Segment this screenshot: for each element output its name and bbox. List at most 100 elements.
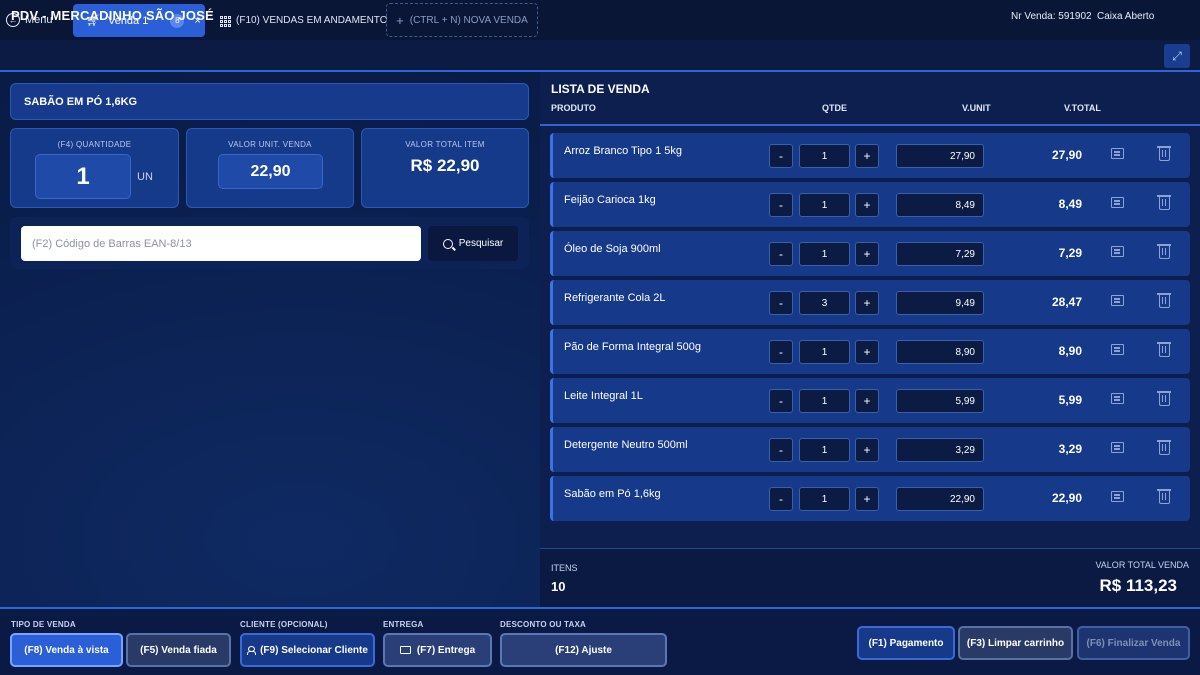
list-item[interactable]: Óleo de Soja 900ml -1 +7,29 7,29: [550, 231, 1190, 276]
list-divider: [540, 124, 1200, 126]
desconto-label: DESCONTO OU TAXA: [500, 620, 587, 629]
trash-icon[interactable]: [1157, 489, 1171, 504]
unit-price-field[interactable]: 9,49: [896, 291, 984, 315]
increase-qty-button[interactable]: +: [855, 340, 879, 364]
trash-icon[interactable]: [1157, 293, 1171, 308]
trash-icon[interactable]: [1157, 342, 1171, 357]
trash-icon[interactable]: [1157, 440, 1171, 455]
increase-qty-button[interactable]: +: [855, 389, 879, 413]
venda-fiada-label: (F5) Venda fiada: [140, 644, 217, 656]
comment-icon[interactable]: [1111, 246, 1124, 257]
tipo-venda-label: TIPO DE VENDA: [11, 620, 76, 629]
product-name: Leite Integral 1L: [564, 390, 643, 402]
list-item[interactable]: Feijão Carioca 1kg -1 +8,49 8,49: [550, 182, 1190, 227]
new-sale-tab-button[interactable]: + (CTRL + N) NOVA VENDA: [386, 3, 538, 37]
venda-a-vista-button[interactable]: (F8) Venda à vista: [10, 633, 123, 667]
list-item[interactable]: Refrigerante Cola 2L -3 +9,49 28,47: [550, 280, 1190, 325]
unit-price-field[interactable]: 8,49: [896, 193, 984, 217]
clear-cart-button[interactable]: (F3) Limpar carrinho: [958, 626, 1073, 660]
search-button[interactable]: Pesquisar: [428, 226, 518, 261]
adjust-label: (F12) Ajuste: [555, 644, 612, 656]
decrease-qty-button[interactable]: -: [769, 242, 793, 266]
cliente-label: CLIENTE (OPCIONAL): [240, 620, 328, 629]
col-produto: PRODUTO: [551, 103, 596, 113]
itens-count: 10: [551, 579, 566, 594]
comment-icon[interactable]: [1111, 442, 1124, 453]
unit-price-field[interactable]: 5,99: [896, 389, 984, 413]
trash-icon[interactable]: [1157, 146, 1171, 161]
list-item[interactable]: Leite Integral 1L -1 +5,99 5,99: [550, 378, 1190, 423]
quantity-field[interactable]: 1: [799, 144, 850, 168]
product-name: Arroz Branco Tipo 1 5kg: [564, 145, 683, 157]
quantity-input[interactable]: 1: [35, 154, 131, 199]
decrease-qty-button[interactable]: -: [769, 340, 793, 364]
increase-qty-button[interactable]: +: [855, 193, 879, 217]
search-button-label: Pesquisar: [458, 238, 504, 249]
unit-price-field[interactable]: 3,29: [896, 438, 984, 462]
quantity-label: (F4) QUANTIDADE: [57, 140, 132, 149]
unit-price-input[interactable]: 22,90: [218, 154, 323, 189]
quantity-field[interactable]: 1: [799, 487, 850, 511]
quantity-field[interactable]: 1: [799, 389, 850, 413]
new-sale-label: (CTRL + N) NOVA VENDA: [409, 14, 528, 26]
decrease-qty-button[interactable]: -: [769, 487, 793, 511]
comment-icon[interactable]: [1111, 491, 1124, 502]
comment-icon[interactable]: [1111, 295, 1124, 306]
trash-icon[interactable]: [1157, 391, 1171, 406]
increase-qty-button[interactable]: +: [855, 487, 879, 511]
item-total-card: VALOR TOTAL ITEM R$ 22,90: [361, 128, 529, 208]
decrease-qty-button[interactable]: -: [769, 389, 793, 413]
unit-price-field[interactable]: 22,90: [896, 487, 984, 511]
truck-icon: [399, 646, 411, 654]
comment-icon[interactable]: [1111, 197, 1124, 208]
increase-qty-button[interactable]: +: [855, 291, 879, 315]
quantity-field[interactable]: 3: [799, 291, 850, 315]
trash-icon[interactable]: [1157, 195, 1171, 210]
select-client-button[interactable]: (F9) Selecionar Cliente: [240, 633, 375, 667]
payment-button[interactable]: (F1) Pagamento: [857, 626, 955, 660]
finalize-sale-button[interactable]: (F6) Finalizar Venda: [1077, 626, 1190, 660]
row-total: 7,29: [1058, 246, 1082, 260]
unit-price-field[interactable]: 7,29: [896, 242, 984, 266]
decrease-qty-button[interactable]: -: [769, 144, 793, 168]
unit-price-label: VALOR UNIT. VENDA: [228, 140, 312, 149]
bottom-action-bar: TIPO DE VENDA (F8) Venda à vista (F5) Ve…: [0, 607, 1200, 675]
increase-qty-button[interactable]: +: [855, 438, 879, 462]
unit-price-field[interactable]: 8,90: [896, 340, 984, 364]
fullscreen-button[interactable]: ⤢: [1164, 44, 1190, 68]
quantity-field[interactable]: 1: [799, 340, 850, 364]
quantity-field[interactable]: 1: [799, 242, 850, 266]
decrease-qty-button[interactable]: -: [769, 291, 793, 315]
delivery-button[interactable]: (F7) Entrega: [383, 633, 492, 667]
list-item[interactable]: Detergente Neutro 500ml -1 +3,29 3,29: [550, 427, 1190, 472]
clear-cart-label: (F3) Limpar carrinho: [966, 637, 1065, 649]
sale-total-label: VALOR TOTAL VENDA: [1095, 560, 1189, 570]
itens-label: ITENS: [551, 563, 578, 573]
adjust-button[interactable]: (F12) Ajuste: [500, 633, 667, 667]
tab-progress-label: (F10) VENDAS EM ANDAMENTO: [236, 15, 388, 26]
product-name: Detergente Neutro 500ml: [564, 439, 688, 451]
quantity-field[interactable]: 1: [799, 438, 850, 462]
increase-qty-button[interactable]: +: [855, 144, 879, 168]
entrega-label: ENTREGA: [383, 620, 424, 629]
search-icon: [442, 238, 453, 249]
product-name: Sabão em Pó 1,6kg: [564, 488, 661, 500]
barcode-input[interactable]: [21, 226, 421, 261]
unit-price-field[interactable]: 27,90: [896, 144, 984, 168]
product-name: Feijão Carioca 1kg: [564, 194, 656, 206]
tab-vendas-em-andamento[interactable]: (F10) VENDAS EM ANDAMENTO: [220, 4, 388, 37]
current-product-title: SABÃO EM PÓ 1,6KG: [10, 83, 529, 120]
quantity-field[interactable]: 1: [799, 193, 850, 217]
comment-icon[interactable]: [1111, 393, 1124, 404]
list-item[interactable]: Pão de Forma Integral 500g -1 +8,90 8,90: [550, 329, 1190, 374]
comment-icon[interactable]: [1111, 344, 1124, 355]
comment-icon[interactable]: [1111, 148, 1124, 159]
list-item[interactable]: Sabão em Pó 1,6kg -1 +22,90 22,90: [550, 476, 1190, 521]
trash-icon[interactable]: [1157, 244, 1171, 259]
col-qtde: QTDE: [822, 103, 848, 113]
decrease-qty-button[interactable]: -: [769, 438, 793, 462]
decrease-qty-button[interactable]: -: [769, 193, 793, 217]
increase-qty-button[interactable]: +: [855, 242, 879, 266]
list-item[interactable]: Arroz Branco Tipo 1 5kg -1 +27,90 27,90: [550, 133, 1190, 178]
venda-fiada-button[interactable]: (F5) Venda fiada: [126, 633, 231, 667]
